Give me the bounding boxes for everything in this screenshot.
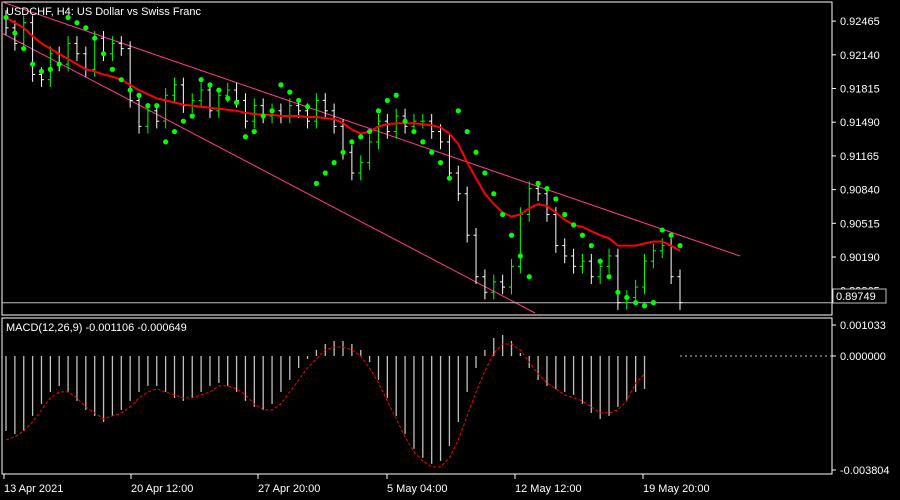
sar-dot (491, 191, 497, 197)
sar-dot (12, 30, 18, 36)
sar-dot (21, 45, 27, 52)
sar-dot (198, 77, 204, 83)
sar-dot (562, 211, 568, 218)
chart-title: USDCHF, H4: US Dollar vs Swiss Franc (6, 6, 201, 18)
sar-dot (340, 149, 346, 155)
sar-dot (544, 185, 550, 192)
sar-dot (83, 25, 89, 31)
sar-dot (526, 274, 532, 280)
sar-dot (225, 95, 231, 101)
sar-dot (74, 20, 80, 26)
sar-dot (322, 170, 328, 176)
sar-dot (579, 232, 586, 238)
price-tick-label: 0.90840 (840, 185, 880, 197)
sar-dot (100, 51, 107, 57)
sar-dot (287, 89, 293, 95)
sar-dot (606, 274, 612, 280)
sar-dot (180, 118, 186, 124)
price-tick-label: 0.90515 (840, 218, 880, 230)
sar-dot (349, 139, 355, 145)
sar-dot (464, 128, 470, 135)
sar-dot (384, 97, 390, 104)
price-tick-label: 0.92465 (840, 16, 880, 28)
macd-tick-label: -0.003804 (840, 465, 890, 477)
sar-dot (659, 227, 665, 233)
time-tick-label: 20 Apr 12:00 (131, 483, 193, 495)
sar-dot (437, 160, 444, 166)
sar-dot (508, 232, 515, 238)
current-price-marker: 0.89749 (832, 288, 887, 304)
sar-dot (402, 118, 408, 124)
sar-dot (500, 211, 506, 218)
sar-dot (411, 128, 417, 135)
price-tick-label: 0.92140 (840, 50, 880, 62)
sar-dot (47, 66, 53, 72)
sar-dot (375, 108, 382, 114)
sar-dot (242, 134, 249, 140)
sar-dot (597, 258, 603, 264)
sar-dot (615, 289, 621, 295)
sar-dot (482, 170, 488, 176)
macd-title: MACD(12,26,9) -0.001106 -0.000649 (6, 322, 187, 334)
sar-dot (650, 300, 656, 306)
chart-window[interactable]: USDCHF, H4: US Dollar vs Swiss Franc 0.9… (0, 0, 900, 500)
sar-dot (154, 103, 160, 109)
sar-dot (233, 99, 240, 106)
sar-dot (429, 149, 435, 155)
sar-dot (455, 108, 461, 114)
sar-dot (624, 294, 630, 301)
sar-dot (118, 77, 124, 83)
sar-dot (535, 180, 541, 186)
sar-dot (304, 104, 311, 110)
sar-dot (189, 113, 195, 119)
sar-dot (38, 68, 45, 74)
sar-dot (331, 160, 337, 166)
sar-dot (216, 87, 222, 93)
sar-dot (260, 113, 266, 119)
sar-dot (446, 175, 453, 181)
sar-dot (251, 128, 257, 135)
sar-dot (296, 97, 302, 104)
sar-dot (163, 139, 169, 145)
sar-dot (56, 61, 62, 67)
sar-dot (517, 253, 523, 259)
macd-tick-label: 0.001033 (840, 320, 886, 332)
price-tick-label: 0.90190 (840, 252, 880, 264)
sar-dot (633, 300, 639, 306)
sar-dot (473, 149, 479, 155)
time-tick-label: 13 Apr 2021 (4, 483, 63, 495)
price-tick-label: 0.91815 (840, 84, 880, 96)
sar-dot (136, 92, 142, 98)
macd-tick-label: 0.000000 (840, 351, 886, 363)
sar-dot (30, 61, 36, 67)
sar-dot (570, 222, 577, 228)
sar-dot (641, 303, 648, 309)
sar-dot (668, 232, 674, 238)
price-axis: 0.92465 0.92140 0.91815 0.91490 0.91165 0.908… (832, 16, 880, 298)
current-price-label: 0.89749 (836, 291, 876, 303)
sar-dot (269, 108, 275, 114)
sar-dot (278, 82, 284, 88)
sar-dot (588, 243, 594, 249)
time-tick-label: 19 May 20:00 (643, 483, 710, 495)
time-tick-label: 5 May 04:00 (387, 483, 448, 495)
sar-dot (145, 103, 151, 109)
sar-dot (367, 128, 373, 135)
time-tick-label: 12 May 12:00 (515, 483, 582, 495)
price-tick-label: 0.91165 (840, 151, 879, 163)
price-tick-label: 0.91490 (840, 117, 880, 129)
sar-dot (207, 82, 213, 88)
sar-dot (553, 196, 559, 202)
sar-dot (92, 35, 98, 41)
time-tick-label: 27 Apr 20:00 (258, 483, 320, 495)
sar-dot (127, 87, 133, 93)
sar-dot (358, 134, 364, 140)
sar-dot (109, 66, 116, 72)
sar-dot (393, 92, 399, 98)
sar-dot (677, 243, 683, 249)
sar-dot (313, 180, 319, 186)
sar-dot (420, 139, 426, 145)
sar-dot (171, 128, 178, 135)
